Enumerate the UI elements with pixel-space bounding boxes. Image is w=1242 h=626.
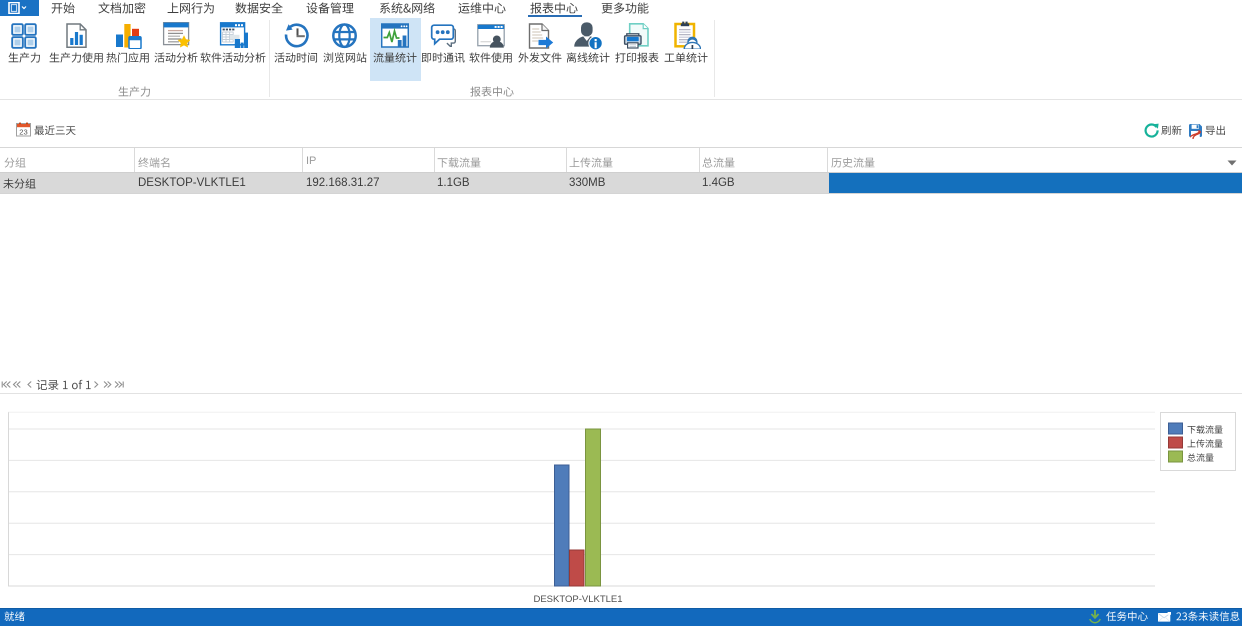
- svg-text:DESKTOP-VLKTLE1: DESKTOP-VLKTLE1: [533, 594, 622, 605]
- svg-text:23: 23: [19, 128, 27, 137]
